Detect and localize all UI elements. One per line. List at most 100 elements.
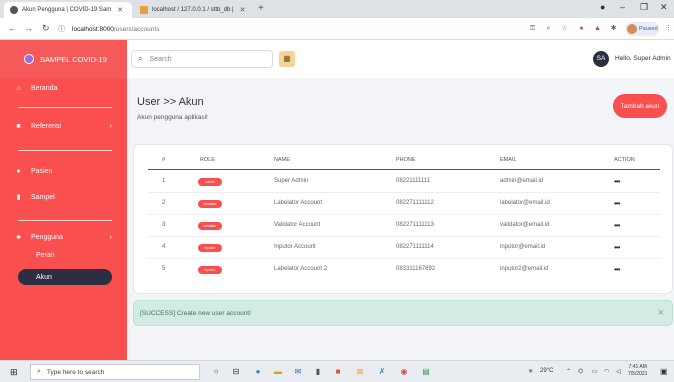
row-phone: 082271111112	[396, 200, 434, 206]
row-actions-button[interactable]: •••	[614, 243, 620, 252]
sidebar-item-label: Pasien	[31, 167, 53, 175]
chrome-icon[interactable]: ◉	[398, 366, 410, 378]
zoom-icon[interactable]: ⌕	[544, 24, 553, 33]
taskbar-search-input[interactable]: ⌕ Type here to search	[30, 364, 200, 380]
brand[interactable]: SAMPEL COVID-19	[0, 40, 127, 78]
profile-button[interactable]: Paused	[625, 22, 659, 36]
app-icon[interactable]: ▮	[312, 366, 324, 378]
grid-icon: ▦	[283, 54, 291, 63]
sidebar-divider	[18, 220, 112, 221]
row-name: Labelator Account 2	[274, 266, 328, 272]
cortana-icon[interactable]: ○	[210, 366, 222, 378]
extension-icon[interactable]: ●	[577, 24, 586, 33]
row-number: 4	[162, 244, 166, 250]
row-email: admin@email.id	[500, 178, 544, 184]
avatar[interactable]: SA	[593, 51, 609, 67]
star-icon[interactable]: ☆	[560, 24, 569, 33]
office-icon[interactable]: ■	[332, 366, 344, 378]
url-host: localhost:8000	[72, 25, 114, 33]
new-tab-button[interactable]: +	[258, 3, 264, 14]
weather-temp[interactable]: 29°C	[540, 368, 553, 374]
apps-grid-button[interactable]: ▦	[279, 51, 295, 67]
row-name: Labelator Account	[274, 200, 323, 206]
row-email: inputor2@email.id	[500, 266, 549, 272]
tab-title: localhost / 127.0.0.1 / sttb_db |	[152, 7, 234, 13]
sidebar-subitem-akun[interactable]: Akun	[18, 269, 112, 285]
sidebar-subitem-label: Peran	[36, 251, 55, 259]
terminal-icon[interactable]: ▤	[420, 366, 432, 378]
minimize-icon[interactable]: –	[620, 2, 625, 12]
browser-tab-phpmyadmin[interactable]: localhost / 127.0.0.1 / sttb_db | ✕	[134, 2, 256, 18]
battery-icon[interactable]: ▭	[592, 368, 598, 375]
header-divider	[148, 169, 660, 170]
menu-icon[interactable]: ⋮	[664, 24, 673, 33]
windows-start-icon[interactable]: ⊞	[10, 367, 18, 378]
browser-tab-active[interactable]: Akun Pengguna | COVID-19 Sam ✕	[4, 2, 132, 18]
chevron-right-icon: ›	[109, 122, 112, 130]
mail-icon[interactable]: ✉	[292, 366, 304, 378]
info-icon[interactable]: ⓘ	[58, 24, 65, 34]
row-email: labelator@email.id	[500, 200, 550, 206]
file-explorer-icon[interactable]: ▬	[272, 366, 284, 378]
table-row: 3 validator Validator Account 0822711111…	[148, 215, 660, 237]
back-icon[interactable]: ←	[8, 23, 17, 33]
notification-icon[interactable]: ▣	[660, 367, 668, 376]
sidebar-item-label: Referensi	[31, 122, 61, 130]
maximize-icon[interactable]: ❐	[640, 2, 648, 13]
app-topbar: ⌕ Search ▦ SA Hello, Super Admin	[127, 40, 674, 78]
row-actions-button[interactable]: •••	[614, 265, 620, 274]
url-field[interactable]: localhost:8000/users/accounts	[72, 22, 512, 36]
chevron-right-icon: ›	[109, 233, 112, 241]
wifi-icon[interactable]: ◠	[604, 368, 609, 375]
sidebar-item-label: Sampel	[31, 193, 55, 201]
search-input[interactable]: ⌕ Search	[131, 50, 273, 68]
tray-expand-icon[interactable]: ⌃	[566, 368, 571, 375]
close-tab-icon[interactable]: ✕	[117, 6, 123, 14]
sidebar-item-sampel[interactable]: ▮ Sampel	[14, 189, 114, 205]
row-number: 2	[162, 200, 166, 206]
system-clock[interactable]: 7:41 AM 7/5/2021	[628, 364, 647, 378]
add-account-button[interactable]: Tambah akun	[613, 94, 667, 118]
reload-icon[interactable]: ↻	[42, 23, 50, 34]
forward-icon[interactable]: →	[24, 23, 33, 33]
row-name: Validator Account	[274, 222, 321, 228]
sidebar-item-referensi[interactable]: ■ Referensi ›	[14, 118, 114, 134]
network-icon[interactable]: ⌬	[578, 368, 583, 375]
brand-name: SAMPEL COVID-19	[40, 54, 107, 64]
os-taskbar: ⊞ ⌕ Type here to search ○ ⊟ ● ▬ ✉ ▮ ■ ⊠ …	[0, 360, 674, 382]
row-phone: 083311167692	[396, 266, 436, 272]
page-subtitle: Akun pengguna aplikasi!	[137, 114, 208, 121]
vscode-icon[interactable]: ✗	[376, 366, 388, 378]
sidebar-item-label: Pengguna	[31, 233, 63, 241]
lock-extension-icon[interactable]: ▲	[593, 24, 602, 33]
close-window-icon[interactable]: ✕	[660, 2, 668, 13]
sidebar-subitem-peran[interactable]: Peran	[18, 247, 112, 263]
row-actions-button[interactable]: •••	[614, 199, 620, 208]
profile-circle-icon[interactable]: ●	[600, 2, 605, 12]
greeting[interactable]: Hello, Super Admin	[615, 55, 671, 62]
main-content: User >> Akun Akun pengguna aplikasi! Tam…	[127, 78, 674, 360]
sidebar-item-pengguna[interactable]: ♣ Pengguna ›	[14, 229, 114, 245]
column-header: #	[162, 157, 166, 163]
row-actions-button[interactable]: •••	[614, 177, 620, 186]
task-view-icon[interactable]: ⊟	[230, 366, 242, 378]
row-actions-button[interactable]: •••	[614, 221, 620, 230]
url-path: /users/accounts	[113, 25, 160, 33]
users-icon: ♣	[16, 233, 21, 241]
row-number: 3	[162, 222, 166, 228]
row-email: inputor@email.id	[500, 244, 546, 250]
weather-icon[interactable]: ☀	[528, 368, 533, 375]
folder-icon: ■	[16, 122, 21, 130]
puzzle-icon[interactable]: ✱	[609, 24, 618, 33]
edge-icon[interactable]: ●	[252, 366, 264, 378]
close-tab-icon[interactable]: ✕	[240, 6, 246, 14]
xampp-icon[interactable]: ⊠	[354, 366, 366, 378]
search-icon: ⌕	[138, 54, 143, 63]
sidebar-item-pasien[interactable]: ● Pasien	[14, 163, 114, 179]
close-icon[interactable]: ×	[658, 307, 664, 319]
volume-icon[interactable]: ◁	[616, 368, 621, 375]
row-phone: 082271111113	[396, 222, 434, 228]
key-icon[interactable]: ⚿	[528, 24, 537, 33]
sidebar-item-beranda[interactable]: ⌂ Beranda	[14, 80, 114, 96]
column-header: ACTION	[614, 157, 635, 163]
